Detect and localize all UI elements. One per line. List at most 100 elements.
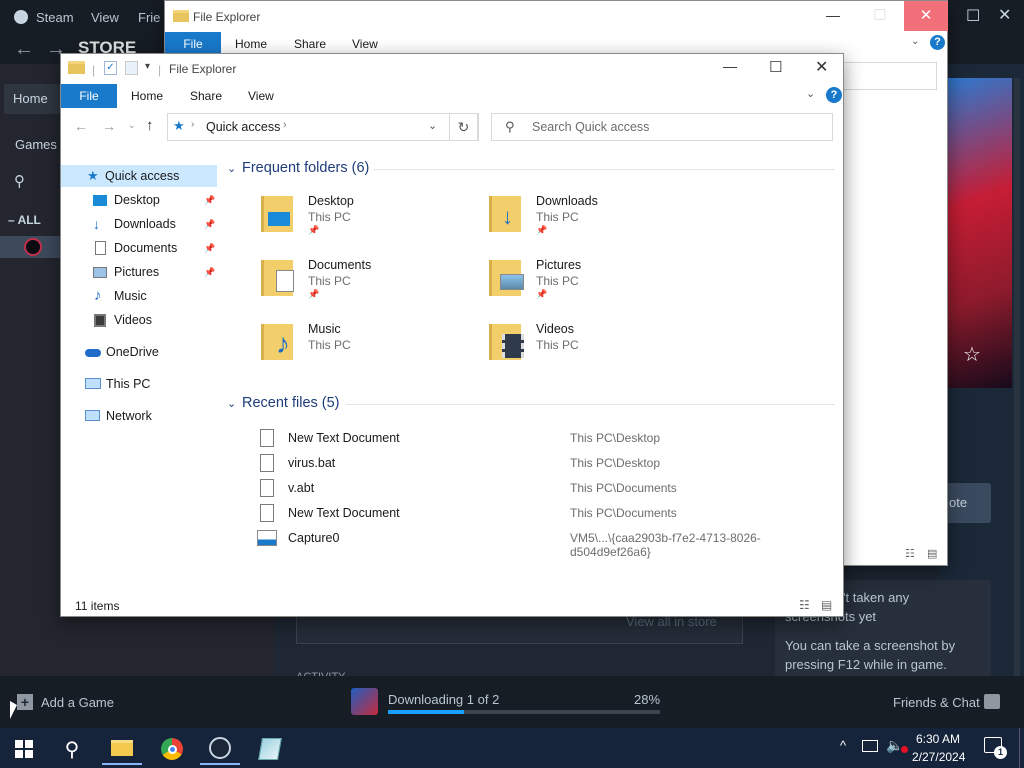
- steam-menu-friends[interactable]: Frie: [138, 10, 160, 25]
- steam-menu-view[interactable]: View: [91, 10, 119, 25]
- clock-time[interactable]: 6:30 AM: [916, 732, 960, 746]
- taskbar-search-icon[interactable]: ⚲: [52, 733, 92, 765]
- nav-recent-icon[interactable]: ⌄: [128, 120, 136, 131]
- folder-name: Pictures: [536, 258, 582, 272]
- search-box[interactable]: ⚲ Search Quick access: [491, 113, 833, 141]
- recent-files-header[interactable]: Recent files (5): [242, 395, 340, 411]
- taskbar-steam[interactable]: [200, 733, 240, 765]
- steam-search-icon[interactable]: ⚲: [14, 172, 25, 190]
- folder-tile-documents[interactable]: Documents This PC 📌: [261, 258, 461, 306]
- search-input[interactable]: Search Quick access: [532, 120, 649, 134]
- sidebar-item-videos[interactable]: Videos: [61, 309, 217, 331]
- download-percent: 28%: [634, 692, 661, 707]
- download-status[interactable]: Downloading 1 of 2: [388, 692, 499, 707]
- friends-chat-button[interactable]: Friends & Chat: [893, 695, 980, 710]
- recent-file-row[interactable]: New Text Document This PC\Desktop: [257, 429, 837, 449]
- steam-scrollbar[interactable]: [1014, 78, 1020, 676]
- taskbar-chrome[interactable]: [152, 733, 192, 765]
- steam-menu-steam[interactable]: Steam: [36, 10, 74, 25]
- steam-back-icon[interactable]: ←: [14, 38, 34, 61]
- nav-forward-icon[interactable]: →: [102, 118, 116, 134]
- folder-tile-pictures[interactable]: Pictures This PC 📌: [489, 258, 689, 306]
- frequent-collapse-icon[interactable]: ⌄: [227, 162, 236, 175]
- recent-collapse-icon[interactable]: ⌄: [227, 397, 236, 410]
- share-tab[interactable]: Share: [190, 84, 222, 108]
- qat-divider: |: [92, 63, 96, 77]
- favorite-star-icon[interactable]: ☆: [963, 342, 981, 367]
- recent-file-row[interactable]: v.abt This PC\Documents: [257, 479, 837, 499]
- pin-icon[interactable]: 📌: [204, 189, 215, 211]
- minimize-button[interactable]: —: [723, 58, 737, 74]
- add-game-button[interactable]: Add a Game: [41, 695, 114, 710]
- home-tab[interactable]: Home: [131, 84, 163, 108]
- pin-icon[interactable]: 📌: [204, 261, 215, 283]
- nav-back-icon[interactable]: ←: [74, 118, 88, 134]
- add-game-icon[interactable]: +: [17, 694, 33, 710]
- pin-icon[interactable]: 📌: [308, 289, 319, 300]
- show-desktop-button[interactable]: [1019, 728, 1024, 768]
- folder-tile-desktop[interactable]: Desktop This PC 📌: [261, 194, 461, 242]
- back-ribbon-expand-icon[interactable]: ⌄: [911, 36, 919, 47]
- nav-up-icon[interactable]: ↑: [146, 117, 154, 134]
- pin-icon[interactable]: 📌: [536, 225, 547, 236]
- clock-date[interactable]: 2/27/2024: [912, 750, 965, 764]
- pin-icon[interactable]: 📌: [308, 225, 319, 236]
- sidebar-item-pictures[interactable]: Pictures 📌: [61, 261, 217, 283]
- pin-icon[interactable]: 📌: [204, 237, 215, 259]
- file-tab[interactable]: File: [61, 84, 117, 108]
- back-details-view-icon[interactable]: ☷: [905, 547, 915, 560]
- steam-games-button[interactable]: Games: [15, 137, 57, 152]
- back-minimize-icon[interactable]: —: [826, 7, 840, 23]
- steam-close-icon[interactable]: ✕: [998, 5, 1011, 25]
- folder-tile-downloads[interactable]: ↓ Downloads This PC 📌: [489, 194, 689, 242]
- folder-tile-videos[interactable]: Videos This PC: [489, 322, 689, 370]
- address-next-chevron-icon[interactable]: ›: [283, 119, 287, 131]
- steam-maximize-icon[interactable]: ☐: [966, 6, 980, 26]
- sidebar-item-quick-access[interactable]: ★ Quick access: [61, 165, 217, 187]
- details-view-icon[interactable]: ☷: [799, 598, 810, 612]
- folder-name: Music: [308, 322, 341, 336]
- address-location[interactable]: Quick access: [206, 120, 280, 134]
- pin-icon[interactable]: 📌: [536, 289, 547, 300]
- network-tray-icon[interactable]: [862, 740, 878, 752]
- sidebar-item-label: Music: [114, 289, 147, 303]
- qat-new-folder-icon[interactable]: [125, 61, 138, 75]
- folder-tile-music[interactable]: ♪ Music This PC: [261, 322, 461, 370]
- back-help-icon[interactable]: ?: [930, 35, 945, 50]
- refresh-button[interactable]: ↻: [449, 113, 478, 141]
- friends-icon[interactable]: [984, 694, 1000, 709]
- recent-file-row[interactable]: virus.bat This PC\Desktop: [257, 454, 837, 474]
- back-close-button[interactable]: ✕: [904, 1, 948, 31]
- sidebar-item-label: Pictures: [114, 265, 160, 279]
- ribbon-expand-icon[interactable]: ⌄: [806, 87, 815, 100]
- recent-file-row[interactable]: Capture0 VM5\...\{caa2903b-f7e2-4713-802…: [257, 529, 837, 559]
- sidebar-item-desktop[interactable]: Desktop 📌: [61, 189, 217, 211]
- taskbar-file-explorer[interactable]: [102, 733, 142, 765]
- taskbar-app[interactable]: [250, 733, 290, 765]
- back-search-box[interactable]: [843, 62, 937, 90]
- tray-chevron-icon[interactable]: ^: [840, 738, 846, 753]
- close-button[interactable]: ✕: [815, 57, 828, 77]
- pin-icon[interactable]: 📌: [204, 213, 215, 235]
- view-tab[interactable]: View: [248, 84, 274, 108]
- help-icon[interactable]: ?: [826, 87, 842, 103]
- address-dropdown-icon[interactable]: ⌄: [428, 119, 437, 132]
- frequent-folders-header[interactable]: Frequent folders (6): [242, 160, 369, 176]
- sidebar-item-documents[interactable]: Documents 📌: [61, 237, 217, 259]
- sidebar-item-downloads[interactable]: ↓ Downloads 📌: [61, 213, 217, 235]
- start-button[interactable]: [4, 733, 44, 765]
- address-chevron-icon[interactable]: ›: [191, 119, 194, 130]
- address-bar[interactable]: ★ › Quick access › ⌄: [167, 113, 479, 141]
- steam-home-button[interactable]: Home: [4, 84, 60, 114]
- sidebar-item-onedrive[interactable]: OneDrive: [61, 341, 217, 363]
- qat-properties-icon[interactable]: ✓: [104, 61, 117, 75]
- maximize-button[interactable]: ☐: [769, 58, 782, 76]
- qat-customize-icon[interactable]: ▾: [145, 61, 150, 72]
- sidebar-item-network[interactable]: Network: [61, 405, 217, 427]
- back-tiles-view-icon[interactable]: ▤: [927, 547, 937, 560]
- recent-file-row[interactable]: New Text Document This PC\Documents: [257, 504, 837, 524]
- sidebar-item-music[interactable]: ♪ Music: [61, 285, 217, 307]
- sidebar-item-this-pc[interactable]: This PC: [61, 373, 217, 395]
- back-maximize-icon[interactable]: ☐: [873, 6, 886, 24]
- large-icons-view-icon[interactable]: ▤: [821, 598, 832, 612]
